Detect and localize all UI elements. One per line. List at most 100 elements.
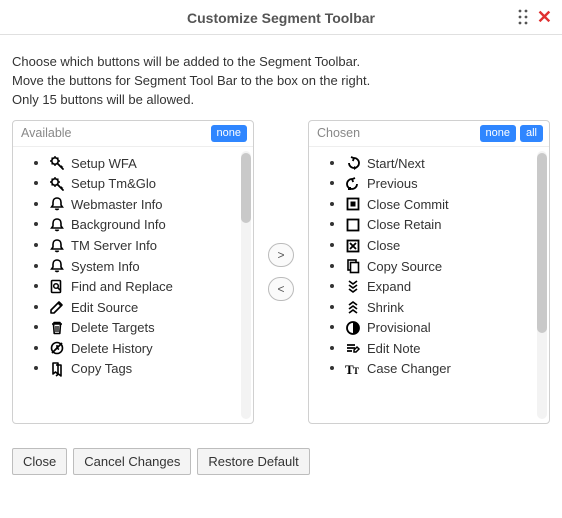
bell-icon [49, 238, 65, 254]
list-item[interactable]: Close Retain [345, 214, 549, 235]
chosen-none-button[interactable]: none [480, 125, 516, 142]
bookmark-copy-icon [49, 361, 65, 377]
scrollbar-thumb[interactable] [241, 153, 251, 223]
list-item[interactable]: Setup WFA [49, 153, 253, 174]
transfer-controls: > < [254, 120, 308, 424]
square-filled-icon [345, 196, 361, 212]
list-item[interactable]: Find and Replace [49, 276, 253, 297]
close-icon[interactable]: ✕ [537, 8, 552, 26]
no-history-icon [49, 340, 65, 356]
columns: Available none Setup WFA Setup Tm&Glo Webm… [0, 120, 562, 424]
list-item[interactable]: Copy Source [345, 256, 549, 277]
item-label: Previous [367, 176, 418, 191]
trash-icon [49, 320, 65, 336]
item-label: TM Server Info [71, 238, 157, 253]
scrollbar[interactable] [241, 151, 251, 419]
bell-icon [49, 258, 65, 274]
available-none-button[interactable]: none [211, 125, 247, 142]
chevrons-down-icon [345, 279, 361, 295]
start-next-icon [345, 155, 361, 171]
edit-pencil-icon [49, 299, 65, 315]
copy-icon [345, 258, 361, 274]
available-list: Setup WFA Setup Tm&Glo Webmaster Info Backg… [13, 153, 253, 423]
list-item[interactable]: Start/Next [345, 153, 549, 174]
list-item[interactable]: Close [345, 235, 549, 256]
list-item[interactable]: Case Changer [345, 358, 549, 379]
note-edit-icon [345, 340, 361, 356]
list-item[interactable]: Edit Source [49, 297, 253, 318]
footer: Close Cancel Changes Restore Default [0, 424, 562, 489]
list-item[interactable]: TM Server Info [49, 235, 253, 256]
instruction-line: Choose which buttons will be added to th… [12, 53, 550, 72]
header-actions: ✕ [517, 8, 552, 26]
item-label: Copy Source [367, 259, 442, 274]
gear-wand-icon [49, 155, 65, 171]
gear-wand-icon [49, 176, 65, 192]
list-item[interactable]: System Info [49, 256, 253, 277]
available-label: Available [21, 126, 72, 140]
list-item[interactable]: Expand [345, 276, 549, 297]
available-head: Available none [13, 121, 253, 147]
move-right-button[interactable]: > [268, 243, 294, 267]
dialog-header: Customize Segment Toolbar ✕ [0, 0, 562, 35]
item-label: Copy Tags [71, 361, 132, 376]
item-label: Start/Next [367, 156, 425, 171]
chevrons-up-icon [345, 299, 361, 315]
chosen-body: Start/Next Previous Close Commit Close Reta… [309, 147, 549, 423]
previous-icon [345, 176, 361, 192]
cancel-changes-button[interactable]: Cancel Changes [73, 448, 191, 475]
list-item[interactable]: Delete History [49, 338, 253, 359]
square-empty-icon [345, 217, 361, 233]
case-changer-icon [345, 361, 361, 377]
item-label: Edit Source [71, 300, 138, 315]
item-label: Setup WFA [71, 156, 137, 171]
instructions-text: Choose which buttons will be added to th… [0, 35, 562, 120]
list-item[interactable]: Background Info [49, 214, 253, 235]
chosen-label: Chosen [317, 126, 360, 140]
item-label: Webmaster Info [71, 197, 163, 212]
item-label: Expand [367, 279, 411, 294]
item-label: Find and Replace [71, 279, 173, 294]
item-label: Setup Tm&Glo [71, 176, 156, 191]
bell-icon [49, 196, 65, 212]
restore-default-button[interactable]: Restore Default [197, 448, 309, 475]
available-body: Setup WFA Setup Tm&Glo Webmaster Info Backg… [13, 147, 253, 423]
instruction-line: Only 15 buttons will be allowed. [12, 91, 550, 110]
available-panel: Available none Setup WFA Setup Tm&Glo Webm… [12, 120, 254, 424]
list-item[interactable]: Previous [345, 173, 549, 194]
drag-handle-icon[interactable] [517, 9, 529, 25]
dialog-title: Customize Segment Toolbar [187, 10, 375, 26]
item-label: Close [367, 238, 400, 253]
move-left-button[interactable]: < [268, 277, 294, 301]
close-button[interactable]: Close [12, 448, 67, 475]
chosen-list: Start/Next Previous Close Commit Close Reta… [309, 153, 549, 423]
list-item[interactable]: Copy Tags [49, 358, 253, 379]
item-label: Provisional [367, 320, 431, 335]
chosen-all-button[interactable]: all [520, 125, 543, 142]
item-label: Shrink [367, 300, 404, 315]
scrollbar[interactable] [537, 151, 547, 419]
list-item[interactable]: Webmaster Info [49, 194, 253, 215]
item-label: Close Commit [367, 197, 449, 212]
bell-icon [49, 217, 65, 233]
item-label: System Info [71, 259, 140, 274]
item-label: Edit Note [367, 341, 420, 356]
list-item[interactable]: Provisional [345, 317, 549, 338]
item-label: Case Changer [367, 361, 451, 376]
list-item[interactable]: Setup Tm&Glo [49, 173, 253, 194]
list-item[interactable]: Shrink [345, 297, 549, 318]
chosen-head: Chosen none all [309, 121, 549, 147]
chosen-panel: Chosen none all Start/Next Previous Close … [308, 120, 550, 424]
doc-search-icon [49, 279, 65, 295]
item-label: Background Info [71, 217, 166, 232]
half-circle-icon [345, 320, 361, 336]
item-label: Delete History [71, 341, 153, 356]
list-item[interactable]: Close Commit [345, 194, 549, 215]
square-x-icon [345, 238, 361, 254]
item-label: Delete Targets [71, 320, 155, 335]
scrollbar-thumb[interactable] [537, 153, 547, 333]
item-label: Close Retain [367, 217, 441, 232]
list-item[interactable]: Delete Targets [49, 317, 253, 338]
list-item[interactable]: Edit Note [345, 338, 549, 359]
instruction-line: Move the buttons for Segment Tool Bar to… [12, 72, 550, 91]
